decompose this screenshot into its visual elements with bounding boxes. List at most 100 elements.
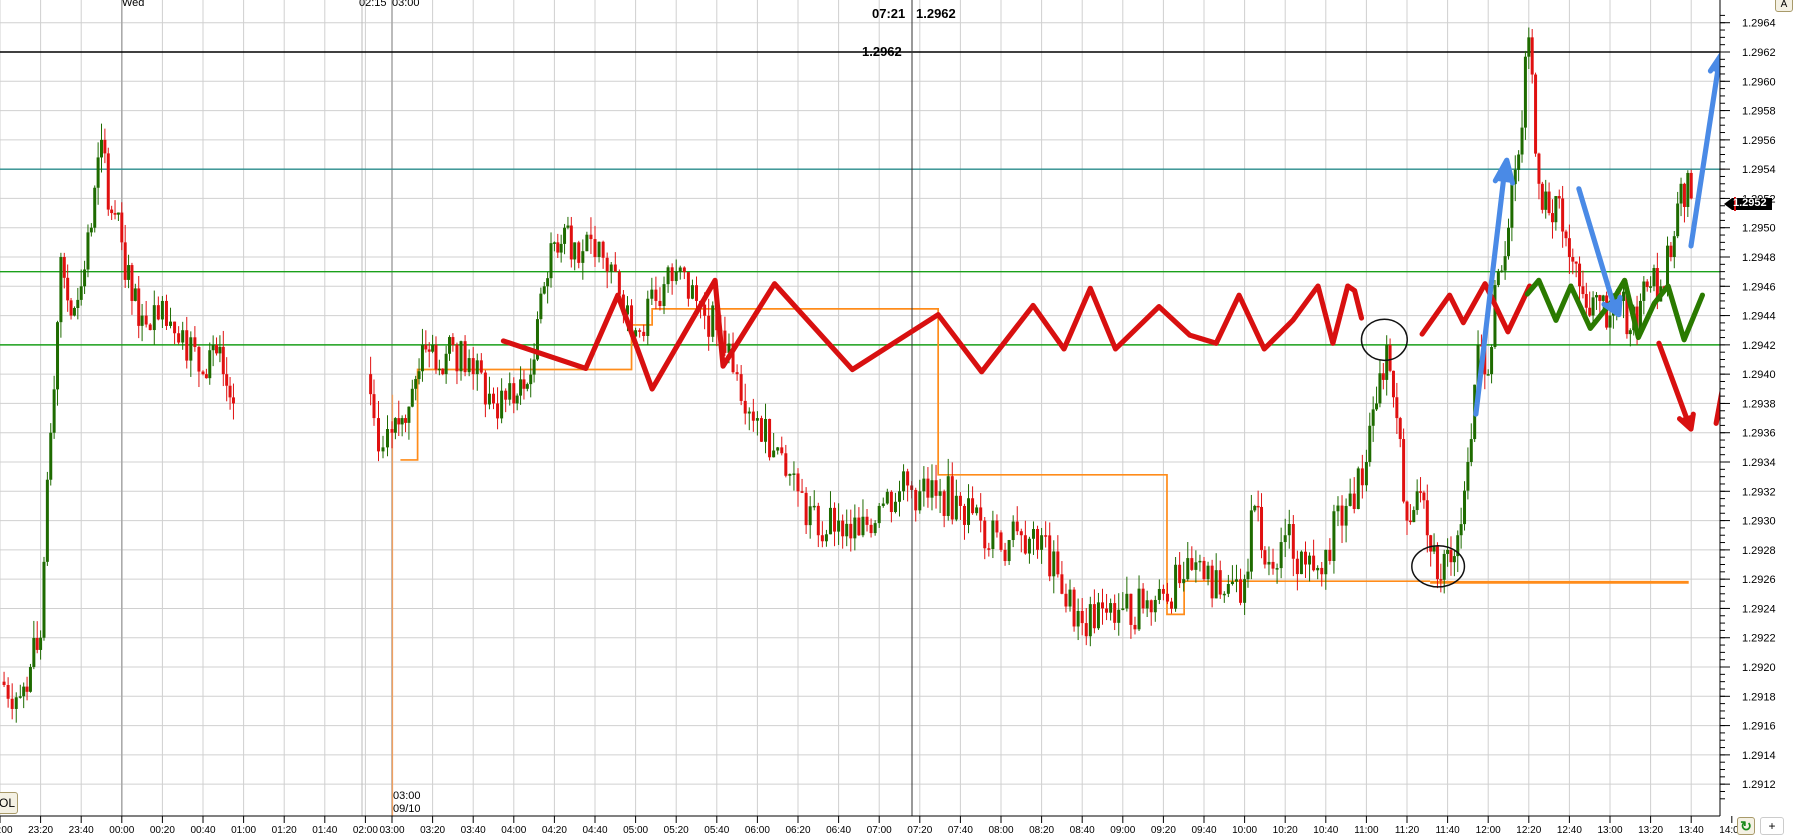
price-tick-label: 1.2936 bbox=[1742, 428, 1776, 440]
candle-body bbox=[1068, 589, 1072, 607]
candle-body bbox=[666, 267, 670, 285]
candle-body bbox=[1649, 286, 1653, 288]
candle-body bbox=[1283, 535, 1287, 543]
candle-body bbox=[6, 685, 10, 699]
time-tick-label: 07:40 bbox=[948, 825, 973, 834]
candle-body bbox=[455, 344, 459, 372]
time-tick-label: 23:40 bbox=[69, 825, 94, 834]
candle-body bbox=[922, 478, 926, 492]
candle-body bbox=[1507, 227, 1510, 257]
candle-body bbox=[1336, 505, 1340, 512]
candle-body bbox=[662, 284, 666, 307]
candle-body bbox=[39, 637, 43, 650]
candle-body bbox=[816, 505, 820, 536]
candle-body bbox=[1275, 568, 1279, 570]
candle-body bbox=[869, 524, 873, 534]
candle-body bbox=[893, 501, 897, 513]
candle-body bbox=[1425, 500, 1429, 536]
candle-body bbox=[1316, 567, 1320, 571]
candle-body bbox=[116, 212, 120, 215]
candle-body bbox=[1133, 624, 1137, 630]
price-chart[interactable]: 1.2964 1.2962 1.2960 1.2958 1.2956 1.2954 1.29… bbox=[0, 0, 1794, 834]
candle-body bbox=[1395, 397, 1399, 419]
add-button[interactable]: + bbox=[1760, 817, 1784, 835]
candle-body bbox=[995, 520, 999, 533]
candle-body bbox=[407, 406, 411, 423]
candle-body bbox=[1291, 523, 1295, 559]
candle-body bbox=[1340, 505, 1344, 526]
candle-body bbox=[120, 212, 124, 243]
candle-body bbox=[1263, 550, 1267, 565]
candle-body bbox=[569, 225, 573, 260]
time-tick-label: 02:00 bbox=[353, 825, 378, 834]
time-tick-label: 13:40 bbox=[1679, 825, 1704, 834]
price-tick-label: 1.2938 bbox=[1742, 398, 1776, 410]
candle-body bbox=[496, 403, 500, 419]
time-tick-label: 09:20 bbox=[1151, 825, 1176, 834]
candle-body bbox=[1375, 403, 1379, 410]
candle-body bbox=[1312, 555, 1316, 571]
candle-body bbox=[177, 333, 181, 343]
time-axis-panel[interactable] bbox=[0, 816, 1720, 834]
price-tick-label: 1.2942 bbox=[1742, 340, 1776, 352]
candle-body bbox=[512, 383, 516, 404]
candle-body bbox=[1149, 600, 1153, 613]
candle-body bbox=[849, 523, 853, 539]
candle-body bbox=[654, 289, 658, 301]
price-tick-label: 1.2920 bbox=[1742, 662, 1776, 674]
candle-body bbox=[467, 358, 471, 373]
candle-body bbox=[1202, 560, 1206, 580]
candle-body bbox=[475, 360, 479, 375]
candle-body bbox=[144, 315, 148, 325]
time-tick-label: 11:20 bbox=[1395, 825, 1420, 834]
candle-body bbox=[946, 476, 950, 516]
candle-body bbox=[845, 523, 849, 537]
candle-body bbox=[743, 400, 747, 414]
price-axis-panel[interactable] bbox=[1720, 0, 1794, 834]
candle-body bbox=[1153, 599, 1157, 613]
candle-body bbox=[1304, 551, 1307, 565]
ol-button[interactable]: OL bbox=[0, 792, 18, 814]
candle-body bbox=[1198, 560, 1202, 563]
refresh-icon[interactable]: ↻ bbox=[1737, 817, 1755, 835]
candle-body bbox=[1109, 603, 1113, 613]
candle-body bbox=[1011, 521, 1015, 541]
time-tick-label: 03:40 bbox=[461, 825, 486, 834]
candle-body bbox=[1165, 593, 1169, 602]
candle-body bbox=[898, 491, 901, 502]
candle-body bbox=[1256, 505, 1260, 508]
candle-body bbox=[1412, 510, 1416, 523]
candle-body bbox=[1246, 571, 1250, 580]
candle-body bbox=[393, 418, 397, 433]
time-tick-label: 08:20 bbox=[1029, 825, 1054, 834]
price-tick-label: 1.2916 bbox=[1742, 721, 1776, 733]
candle-body bbox=[1279, 542, 1283, 569]
candle-body bbox=[1547, 191, 1551, 214]
candle-body bbox=[1036, 528, 1040, 550]
candle-body bbox=[1591, 297, 1595, 316]
candle-body bbox=[613, 264, 617, 272]
price-tick-label: 1.2924 bbox=[1742, 603, 1776, 615]
candle-body bbox=[1019, 531, 1023, 536]
candle-body bbox=[820, 535, 824, 542]
candle-body bbox=[448, 337, 452, 354]
candle-body bbox=[764, 418, 768, 442]
auto-scale-button[interactable]: A bbox=[1775, 0, 1793, 12]
candle-body bbox=[1145, 600, 1149, 609]
candle-body bbox=[1398, 418, 1402, 440]
candle-body bbox=[1206, 565, 1210, 580]
candle-body bbox=[487, 393, 491, 405]
candle-body bbox=[735, 372, 739, 375]
candle-body bbox=[173, 321, 177, 334]
candle-body bbox=[185, 330, 189, 361]
candle-body bbox=[1642, 281, 1646, 301]
candle-body bbox=[160, 300, 164, 320]
candle-body bbox=[441, 368, 445, 375]
time-tick-label: 03:00 bbox=[379, 825, 404, 834]
candle-body bbox=[221, 346, 225, 375]
candle-body bbox=[479, 360, 483, 373]
candle-body bbox=[597, 241, 601, 258]
candle-body bbox=[1186, 558, 1190, 580]
candle-body bbox=[1190, 558, 1194, 570]
price-tick-label: 1.2964 bbox=[1742, 18, 1776, 30]
